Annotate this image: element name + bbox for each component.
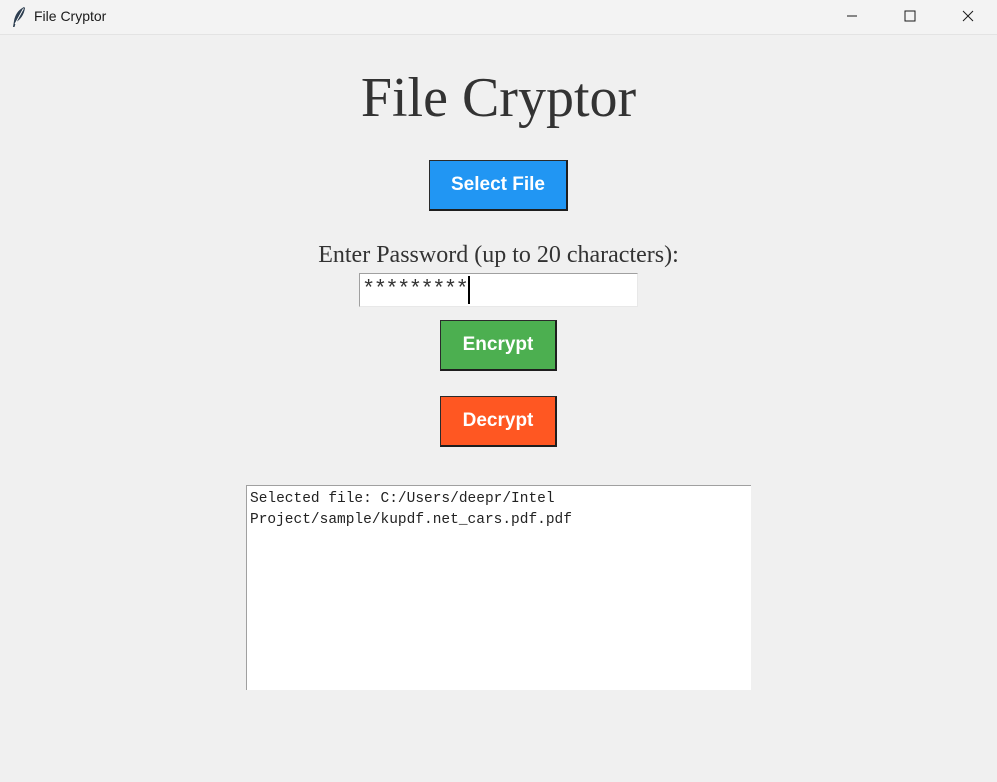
password-input[interactable]: ********* — [359, 273, 638, 307]
window-title: File Cryptor — [34, 8, 107, 24]
select-file-button[interactable]: Select File — [429, 160, 568, 211]
password-label: Enter Password (up to 20 characters): — [318, 242, 679, 268]
title-bar: File Cryptor — [0, 0, 997, 35]
maximize-icon — [904, 7, 916, 26]
password-masked-value: ********* — [362, 277, 469, 302]
app-heading: File Cryptor — [360, 67, 637, 129]
status-output-textbox[interactable]: Selected file: C:/Users/deepr/Intel Proj… — [246, 485, 751, 690]
close-button[interactable] — [939, 0, 997, 32]
minimize-button[interactable] — [823, 0, 881, 32]
maximize-button[interactable] — [881, 0, 939, 32]
decrypt-button[interactable]: Decrypt — [440, 396, 557, 447]
encrypt-button[interactable]: Encrypt — [440, 320, 557, 371]
close-icon — [962, 7, 974, 26]
minimize-icon — [846, 7, 858, 26]
text-caret — [468, 276, 471, 304]
feather-icon — [10, 6, 28, 28]
